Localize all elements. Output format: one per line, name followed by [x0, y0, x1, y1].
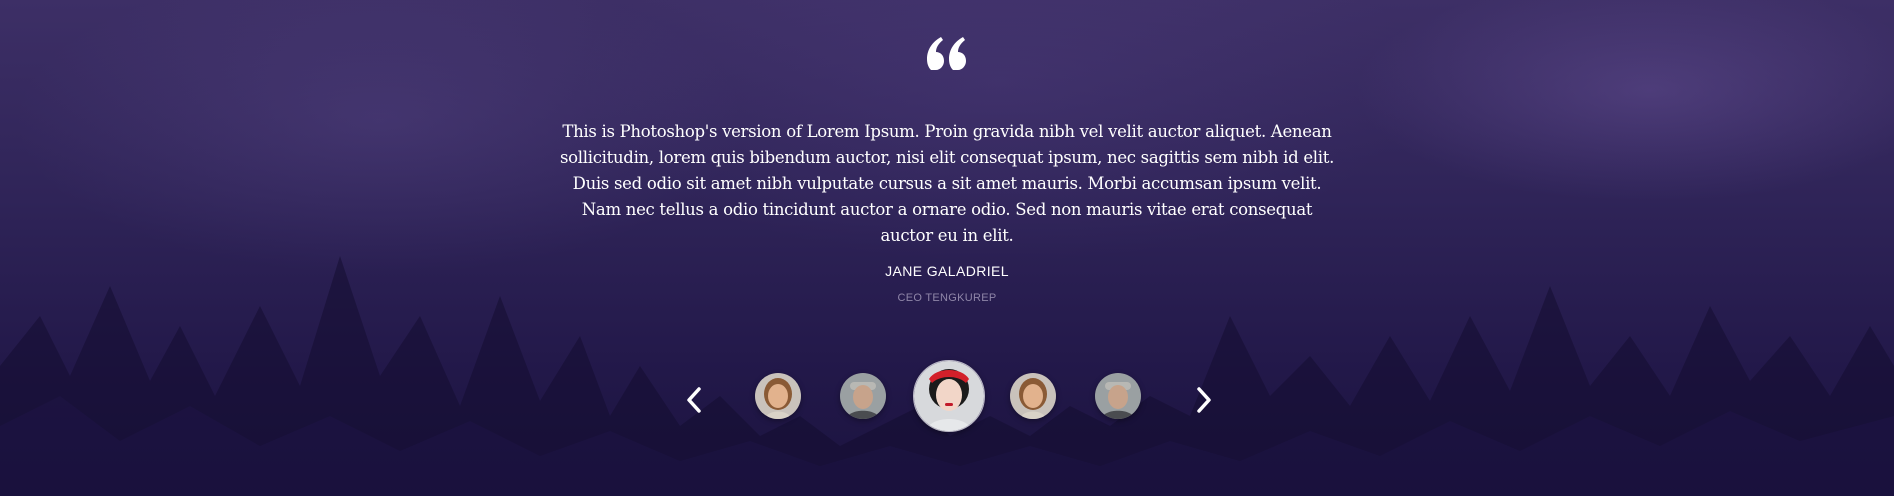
testimonial-section: This is Photoshop's version of Lorem Ips…	[0, 0, 1894, 496]
next-button[interactable]	[1189, 380, 1219, 420]
avatar-woman[interactable]	[1010, 373, 1056, 419]
chevron-left-icon	[687, 387, 701, 413]
avatar-man[interactable]	[840, 373, 886, 419]
chevron-right-icon	[1197, 387, 1211, 413]
author-role: CEO TENGKUREP	[897, 292, 997, 304]
quote-icon	[927, 37, 966, 70]
testimonial-quote: This is Photoshop's version of Lorem Ips…	[560, 122, 1335, 245]
author-name: JANE GALADRIEL	[885, 263, 1009, 279]
avatar-woman-red-headband[interactable]	[913, 360, 985, 432]
prev-button[interactable]	[679, 380, 709, 420]
avatar-man[interactable]	[1095, 373, 1141, 419]
avatar-woman[interactable]	[755, 373, 801, 419]
